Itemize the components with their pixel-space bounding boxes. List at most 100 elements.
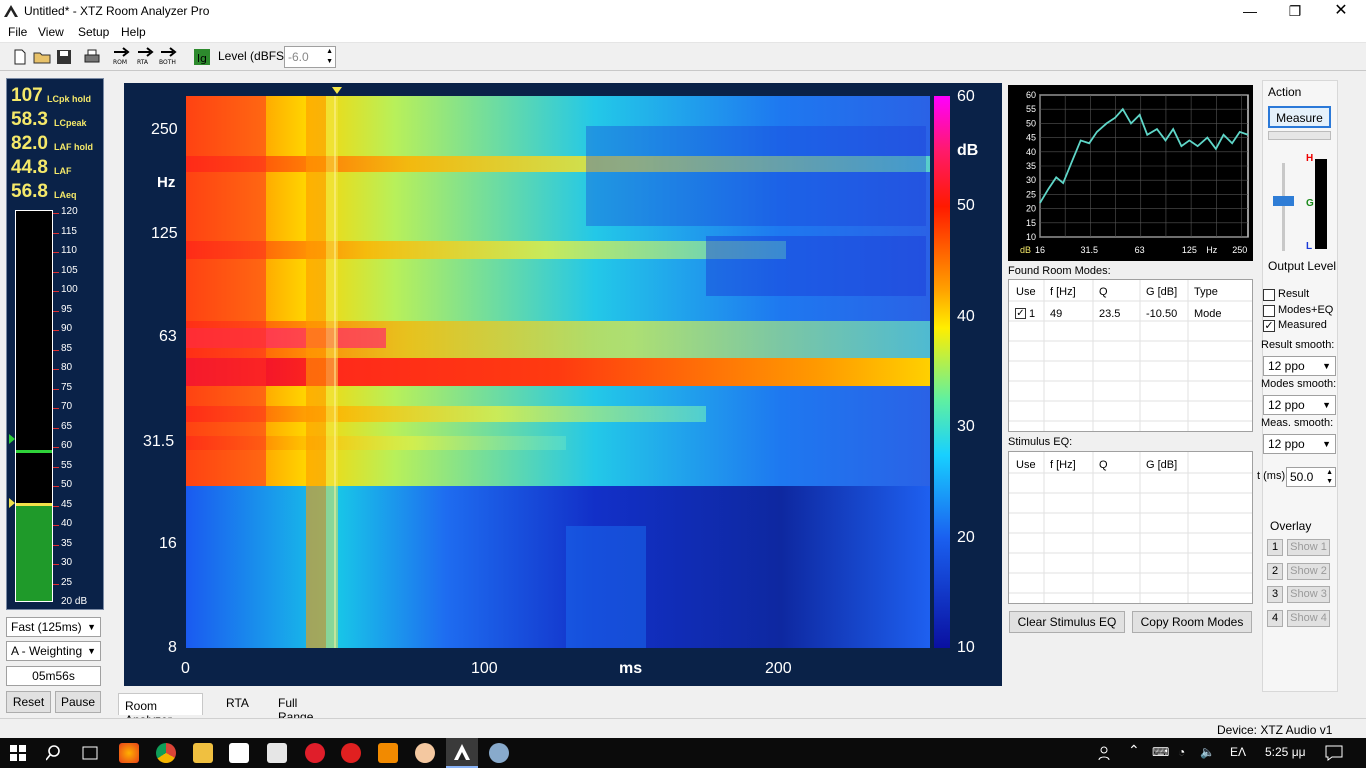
col-header: Q [1099, 286, 1108, 298]
notification-icon[interactable] [1325, 745, 1343, 761]
modes-eq-checkbox[interactable] [1263, 305, 1275, 317]
clear-stimulus-eq-button[interactable]: Clear Stimulus EQ [1009, 611, 1125, 633]
frequency-response-plot: 60 55 50 45 40 35 30 25 20 15 10 dB 16 31.5 63 125 Hz 250 [1020, 90, 1249, 255]
result-checkbox[interactable] [1263, 289, 1275, 301]
print-icon[interactable] [82, 47, 102, 67]
time-cursor-marker-icon[interactable] [332, 87, 342, 95]
tab-room-analyzer[interactable]: Room Analyzer [118, 693, 203, 727]
app-icon[interactable] [489, 743, 509, 763]
wifi-icon[interactable]: ◔ [1178, 745, 1185, 759]
menu-file[interactable]: File [8, 25, 27, 39]
open-folder-icon[interactable] [32, 47, 52, 67]
input-method-icon[interactable]: ⌨ [1152, 745, 1169, 759]
meter-reading-value: 82.0 [11, 133, 48, 154]
app-icon[interactable] [415, 743, 435, 763]
t-ms-spinner[interactable]: 50.0 ▲ ▼ [1286, 467, 1336, 487]
file-explorer-icon[interactable] [193, 743, 213, 763]
col-header: Use [1016, 286, 1036, 298]
chevron-down-icon: ▼ [87, 622, 96, 632]
save-icon[interactable] [54, 47, 74, 67]
overlay-show-button[interactable]: Show 1 [1287, 539, 1330, 556]
output-level-meter [1315, 159, 1327, 249]
opera-icon[interactable] [305, 743, 325, 763]
x-tick-label: Hz [1206, 245, 1217, 255]
store-icon[interactable] [229, 743, 249, 763]
tab-full-range[interactable]: Full Range [272, 693, 334, 724]
meter-reading-value: 56.8 [11, 181, 48, 202]
new-file-icon[interactable] [10, 47, 30, 67]
overlay-show-button[interactable]: Show 2 [1287, 562, 1330, 580]
mode-use-checkbox[interactable]: ✓ [1015, 308, 1026, 319]
rom-button[interactable]: ROM [112, 46, 132, 68]
meter-scale-label: 25 [61, 576, 73, 588]
level-value: -6.0 [288, 50, 309, 64]
reset-button[interactable]: Reset [6, 691, 51, 713]
output-slider-track[interactable] [1282, 163, 1285, 251]
overlay-slot-1[interactable]: 1 [1267, 539, 1283, 556]
result-smooth-select[interactable]: 12 ppo ▼ [1263, 356, 1336, 376]
overlay-slot-4[interactable]: 4 [1267, 609, 1283, 627]
overlay-show-button[interactable]: Show 3 [1287, 586, 1330, 603]
language-indicator[interactable]: ΕΛ [1230, 745, 1246, 759]
overlay-show-button[interactable]: Show 4 [1287, 609, 1330, 627]
restore-button[interactable]: ❐ [1272, 0, 1318, 23]
search-icon[interactable] [46, 744, 64, 762]
spectrogram[interactable] [186, 96, 930, 648]
color-scale-tick: 60 [957, 88, 975, 105]
rta-button[interactable]: RTA [136, 46, 156, 68]
meter-scale-tick [53, 369, 59, 370]
meter-reading-label: LAeq [54, 190, 77, 200]
mail-icon[interactable] [267, 743, 287, 763]
task-view-icon[interactable] [81, 744, 99, 762]
meter-scale-label: 65 [61, 420, 73, 432]
menu-view[interactable]: View [38, 25, 64, 39]
overlay-slot-3[interactable]: 3 [1267, 586, 1283, 603]
measure-button[interactable]: Measure [1268, 106, 1331, 128]
y-tick-label: 8 [168, 639, 177, 656]
menu-setup[interactable]: Setup [78, 25, 109, 39]
clock[interactable]: 5:25 μμ [1265, 745, 1306, 759]
meter-scale-tick [53, 544, 59, 546]
weighting-select[interactable]: A - Weighting ▼ [6, 641, 101, 661]
copy-room-modes-button[interactable]: Copy Room Modes [1132, 611, 1252, 633]
meter-reading-value: 107 [11, 85, 43, 106]
chrome-icon[interactable] [156, 743, 176, 763]
meter-scale-label: 50 [61, 479, 73, 490]
modes-smooth-label: Modes smooth: [1261, 378, 1337, 390]
output-slider-thumb[interactable] [1273, 196, 1294, 206]
stimulus-eq-table: Use f [Hz] Q G [dB] [1008, 451, 1253, 604]
action-title: Action [1268, 85, 1302, 99]
room-analyzer-taskbar-button[interactable] [446, 738, 478, 768]
pause-button[interactable]: Pause [55, 691, 101, 713]
meter-scale-tick [53, 271, 59, 273]
minimize-button[interactable]: — [1227, 0, 1273, 23]
y-tick-label: 15 [1026, 218, 1036, 228]
firefox-icon[interactable] [119, 743, 139, 763]
spin-arrows-icon[interactable]: ▲ ▼ [1326, 468, 1333, 486]
frequency-response-chart: 60 55 50 45 40 35 30 25 20 15 10 dB 16 31.5 63 125 Hz 250 [1008, 85, 1253, 261]
menu-help[interactable]: Help [121, 25, 146, 39]
y-tick-label: 63 [159, 328, 177, 345]
meter-l-label: L [1306, 241, 1313, 252]
meas-smooth-select[interactable]: 12 ppo ▼ [1263, 434, 1336, 454]
vlc-icon[interactable] [378, 743, 398, 763]
modes-smooth-select[interactable]: 12 ppo ▼ [1263, 395, 1336, 415]
chevron-up-icon[interactable]: ⌃ [1128, 742, 1140, 759]
spin-arrows-icon[interactable]: ▲ ▼ [326, 47, 333, 67]
measured-checkbox[interactable]: ✓ [1263, 320, 1275, 332]
people-icon[interactable] [1098, 745, 1114, 761]
meter-scale-label: 115 [61, 225, 77, 237]
meter-speed-value: Fast (125ms) [11, 620, 82, 634]
current-pointer-icon [9, 498, 15, 508]
both-button[interactable]: BOTH [159, 46, 181, 68]
close-button[interactable]: ✕ [1318, 0, 1364, 23]
y-tick-label: 60 [1026, 90, 1036, 100]
overlay-slot-2[interactable]: 2 [1267, 562, 1283, 580]
level-spinner[interactable]: -6.0 ▲ ▼ [284, 46, 336, 68]
windows-start-icon[interactable] [10, 745, 26, 761]
volume-icon[interactable]: 🔈 [1200, 745, 1215, 759]
app-icon[interactable] [341, 743, 361, 763]
meter-speed-select[interactable]: Fast (125ms) ▼ [6, 617, 101, 637]
meter-scale-tick [53, 564, 59, 565]
tab-rta[interactable]: RTA [206, 693, 268, 713]
